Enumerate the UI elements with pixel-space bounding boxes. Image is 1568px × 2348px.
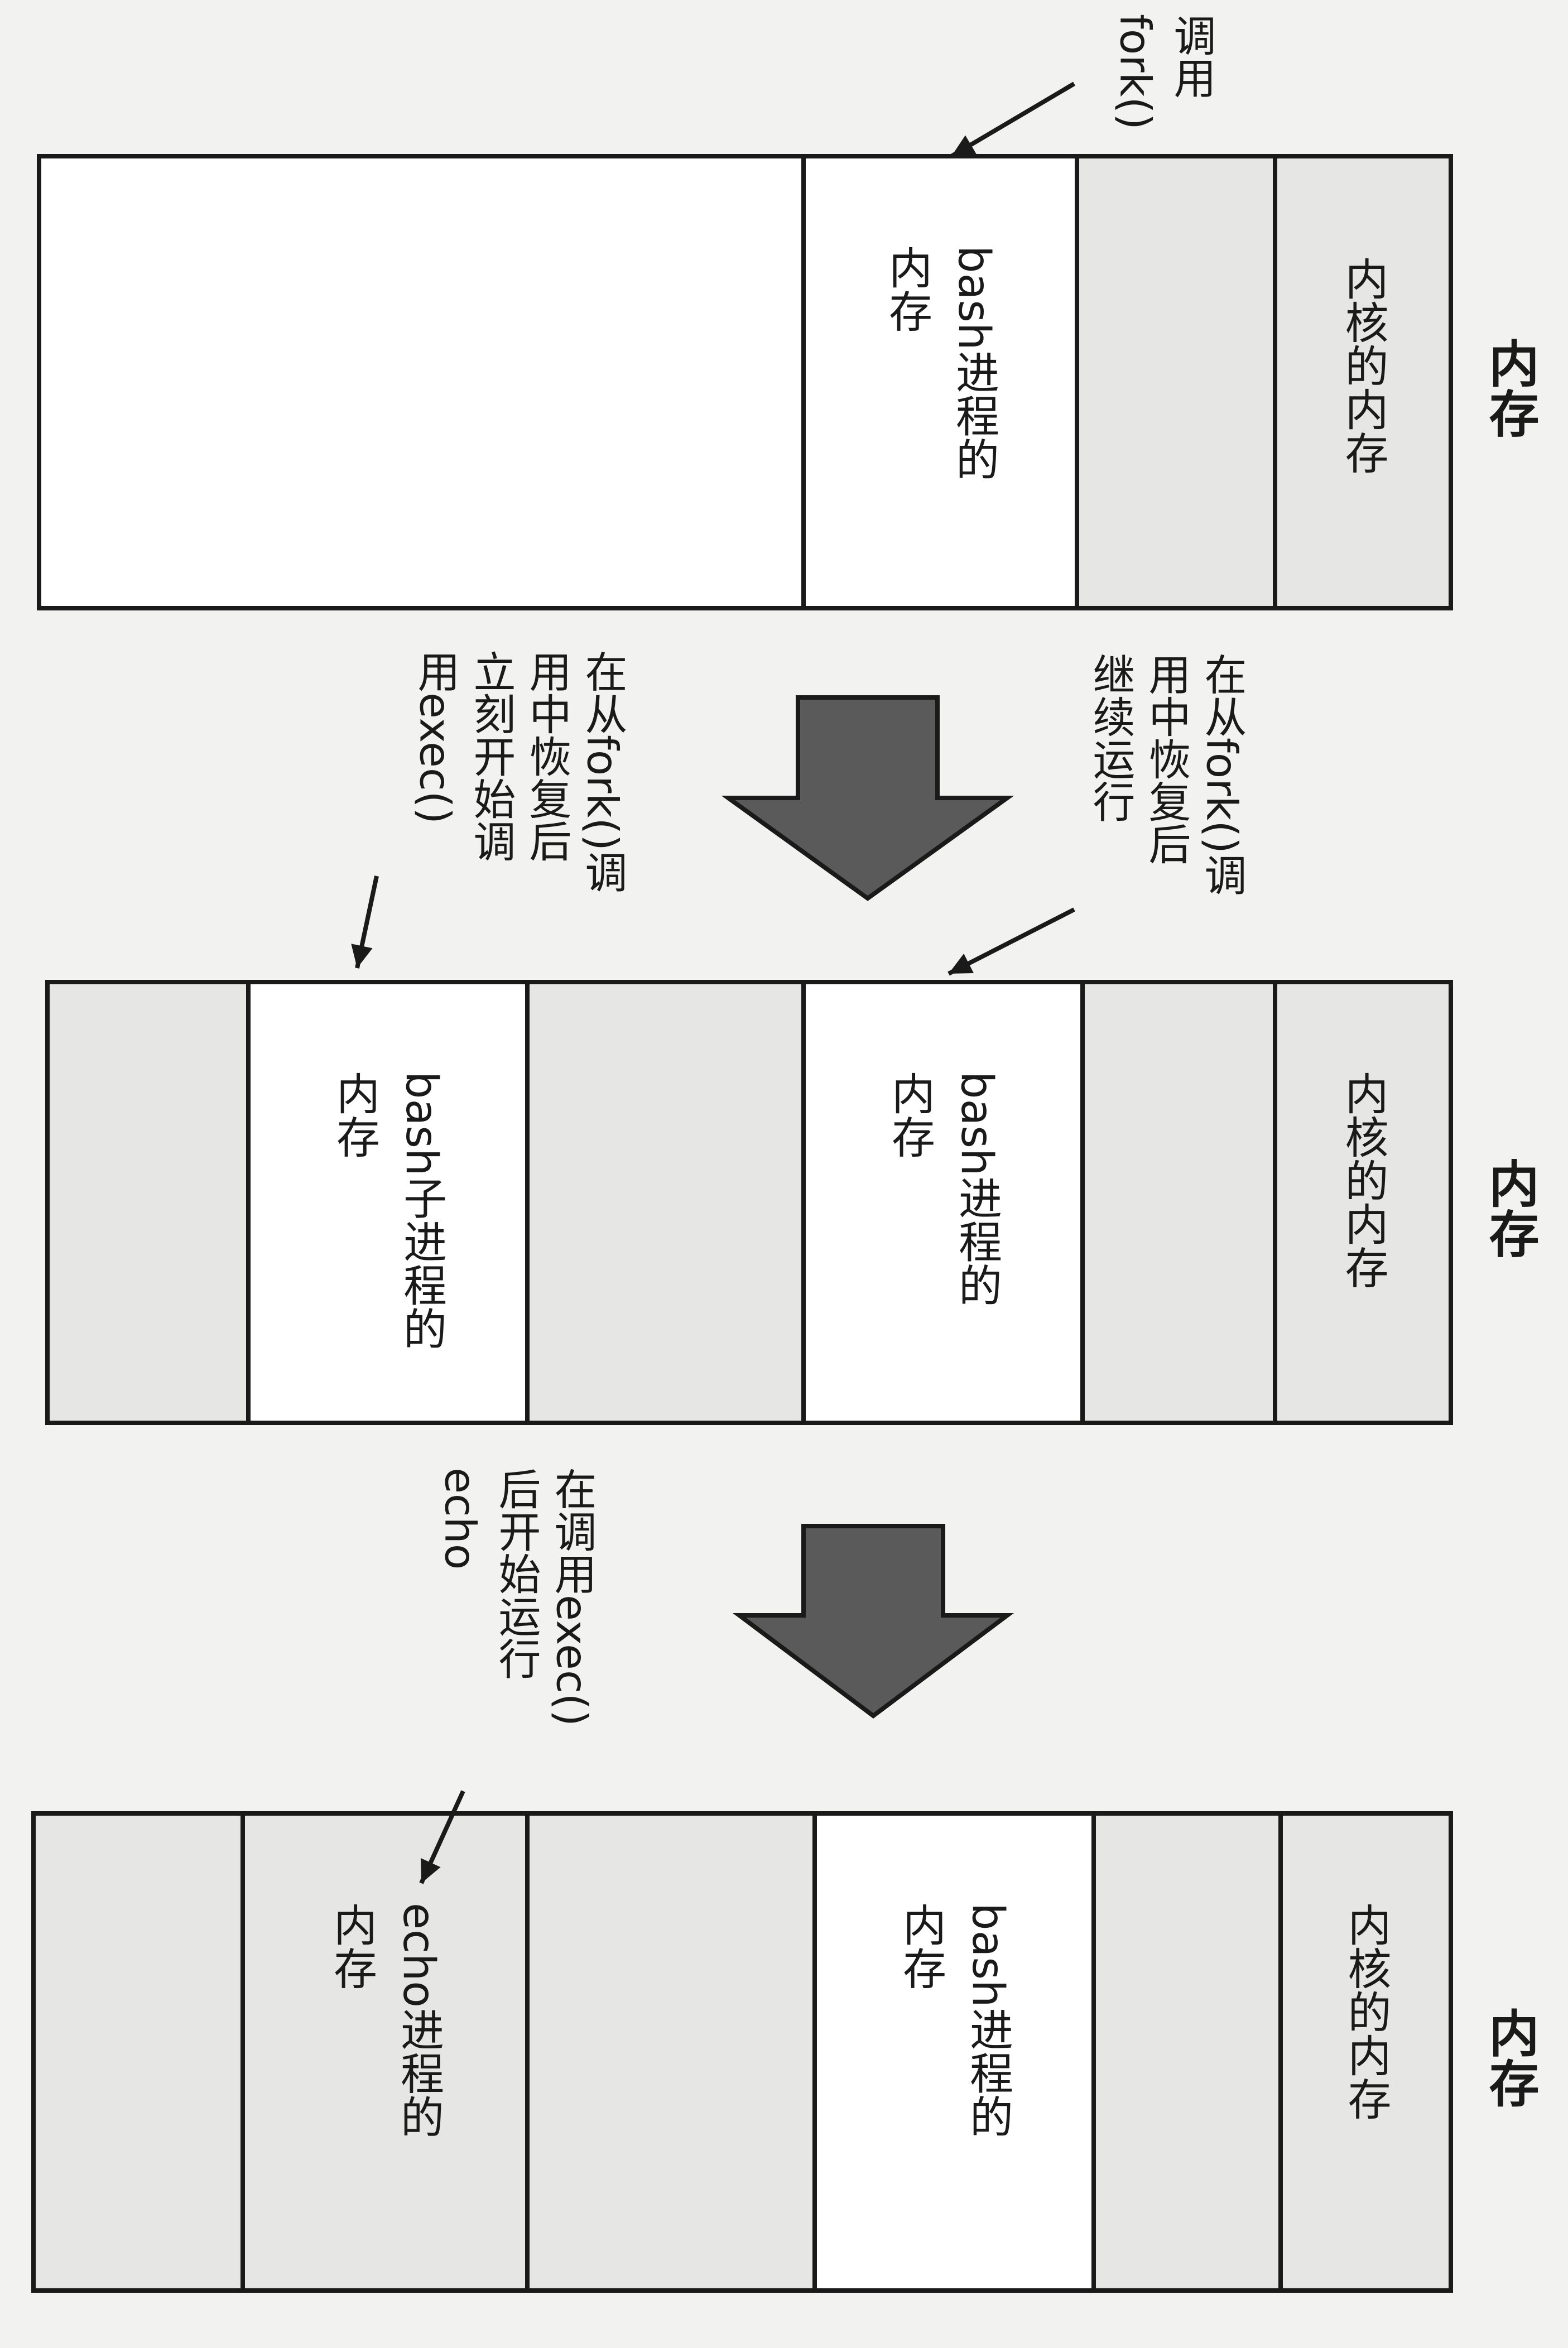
annotation-line: 在从fork()调: [578, 650, 628, 893]
annotation-call-fork: 调用fork(): [1111, 14, 1216, 130]
down-arrow-1: [721, 695, 1014, 901]
annotation-line: fork(): [1111, 14, 1161, 130]
segment-label: echo进程的: [393, 1903, 444, 2138]
annotation-line: 用中恢复后: [1142, 653, 1191, 865]
annotation-line: 在调用exec(): [547, 1468, 597, 1726]
memory-segment: [525, 1811, 817, 2293]
memory-stage-1: 内核的内存 bash进程的内存: [37, 154, 1453, 610]
down-arrow-2: [733, 1524, 1014, 1719]
memory-segment: [37, 154, 806, 610]
memory-segment: [246, 980, 530, 1425]
memory-segment: [31, 1811, 245, 2293]
pointer-call-fork: [950, 81, 1076, 158]
annotation-parent-resume: 在从fork()调用中恢复后继续运行: [1086, 653, 1247, 896]
memory-label: 内存: [1480, 2008, 1540, 2108]
pointer-parent-resume: [947, 907, 1075, 976]
annotation-after-exec: 在调用exec()后开始运行echo: [436, 1468, 597, 1726]
memory-segment: [1080, 980, 1277, 1425]
memory-label: 内存: [1480, 338, 1540, 438]
memory-stage-2: 内核的内存bash进程的内存bash子进程的内存: [45, 980, 1453, 1425]
segment-label: bash子进程的: [396, 1071, 446, 1350]
memory-segment: [812, 1811, 1096, 2293]
annotation-line: 后开始运行: [492, 1468, 541, 1680]
segment-label: 内存: [329, 1071, 379, 1158]
labels: 内存内存内存: [1480, 338, 1540, 2108]
memory-segment: [801, 154, 1079, 610]
segment-label: bash进程的: [951, 1071, 1002, 1306]
memory-stages: 内核的内存bash进程的内存内核的内存bash进程的内存bash子进程的内存内核…: [31, 154, 1453, 2293]
segment-label: 内存: [882, 246, 932, 333]
annotation-line: 用exec(): [411, 650, 460, 824]
memory-segment: [801, 980, 1085, 1425]
memory-segment: [241, 1811, 530, 2293]
fork-exec-memory-diagram: 内核的内存bash进程的内存内核的内存bash进程的内存bash子进程的内存内核…: [31, 14, 1540, 2293]
segment-label: 内存: [884, 1071, 935, 1158]
annotation-line: 立刻开始调: [466, 650, 516, 862]
memory-label: 内存: [1480, 1158, 1540, 1258]
memory-segment: [525, 980, 806, 1425]
annotation-line: 继续运行: [1086, 653, 1136, 822]
annotation-line: 在从fork()调: [1197, 653, 1247, 896]
segment-label: 内核的内存: [1338, 1071, 1388, 1289]
segment-label: bash进程的: [963, 1903, 1013, 2138]
pointer-child-resume: [351, 875, 379, 969]
segment-label: 内存: [896, 1903, 946, 1990]
annotation-child-resume: 在从fork()调用中恢复后立刻开始调用exec(): [411, 650, 628, 893]
annotation-line: echo: [436, 1468, 485, 1570]
memory-segment: [1075, 154, 1277, 610]
annotation-line: 用中恢复后: [522, 650, 572, 862]
segment-label: 内存: [326, 1903, 377, 1990]
annotation-line: 调用: [1167, 14, 1216, 99]
segment-label: bash进程的: [949, 246, 999, 480]
memory-stage-3: 内核的内存bash进程的内存echo进程的内存: [31, 1811, 1453, 2293]
segment-label: 内核的内存: [1338, 257, 1388, 474]
memory-segment: [45, 980, 251, 1425]
memory-segment: [1091, 1811, 1283, 2293]
segment-label: 内核的内存: [1341, 1903, 1391, 2120]
